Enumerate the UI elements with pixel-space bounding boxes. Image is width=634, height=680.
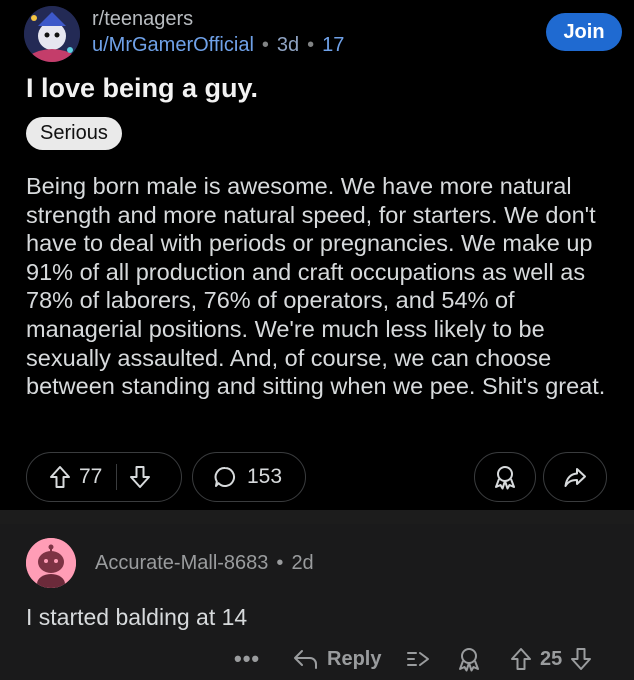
- award-icon: [456, 646, 482, 672]
- post-card: r/teenagers u/MrGamerOfficial • 3d • 17 Join…: [0, 0, 634, 510]
- post-meta: u/MrGamerOfficial • 3d • 17: [92, 34, 345, 56]
- reply-button[interactable]: Reply: [285, 644, 381, 674]
- post-extra: 17: [322, 34, 345, 56]
- award-button[interactable]: [474, 452, 536, 502]
- commenter-avatar[interactable]: [26, 538, 76, 588]
- collapse-thread-button[interactable]: [404, 644, 432, 674]
- reply-label: Reply: [327, 647, 382, 670]
- flair-badge[interactable]: Serious: [26, 117, 122, 150]
- post-body: Being born male is awesome. We have more…: [26, 173, 606, 400]
- comment-vote-control: 25: [510, 644, 592, 674]
- arrow-down-icon[interactable]: [129, 465, 151, 489]
- comment-card: Accurate-Mall-8683 • 2d I started balding …: [0, 524, 634, 680]
- comment-award-button[interactable]: [456, 644, 482, 674]
- comment-count: 153: [247, 465, 283, 488]
- share-icon: [563, 465, 587, 489]
- speech-bubble-icon: [213, 465, 237, 489]
- comment-meta: Accurate-Mall-8683 • 2d: [95, 552, 314, 574]
- more-options-button[interactable]: •••: [234, 644, 260, 674]
- comments-button[interactable]: 153: [192, 452, 306, 502]
- arrow-down-icon[interactable]: [570, 647, 592, 671]
- comment-age: 2d: [291, 552, 314, 574]
- join-button[interactable]: Join: [546, 13, 622, 51]
- award-icon: [492, 464, 518, 490]
- collapse-arrow-icon: [404, 647, 432, 671]
- post-age: 3d: [276, 34, 300, 56]
- subreddit-avatar[interactable]: [24, 6, 80, 62]
- post-title: I love being a guy.: [26, 73, 259, 103]
- vote-control: 77: [26, 452, 182, 502]
- commenter-name[interactable]: Accurate-Mall-8683: [95, 552, 268, 574]
- arrow-up-icon[interactable]: [510, 647, 532, 671]
- vote-divider: [116, 464, 118, 490]
- arrow-up-icon[interactable]: [49, 465, 71, 489]
- comment-upvote-count: 25: [540, 647, 563, 670]
- author-link[interactable]: u/MrGamerOfficial: [92, 34, 254, 56]
- upvote-count: 77: [79, 465, 103, 488]
- reply-arrow-icon: [293, 648, 319, 670]
- section-divider: [0, 510, 634, 524]
- subreddit-name[interactable]: r/teenagers: [92, 8, 193, 31]
- comment-body: I started balding at 14: [26, 604, 248, 630]
- share-button[interactable]: [543, 452, 607, 502]
